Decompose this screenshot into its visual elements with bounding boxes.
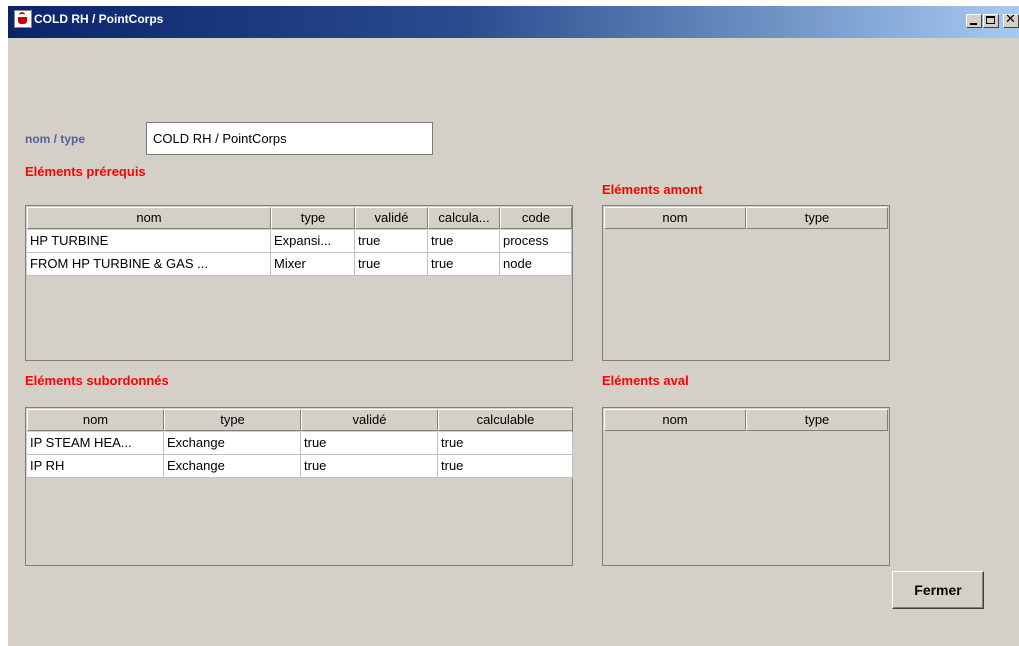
dialog-window: COLD RH / PointCorps ✕ nom / type COLD R… [8, 6, 1019, 646]
table-cell: Mixer [271, 253, 355, 276]
column-header[interactable]: nom [27, 409, 164, 431]
table-cell: node [500, 253, 572, 276]
table-cell: Exchange [164, 432, 301, 455]
window-title: COLD RH / PointCorps [34, 12, 164, 26]
table-cell: FROM HP TURBINE & GAS ... [27, 253, 271, 276]
close-icon: ✕ [1005, 12, 1016, 27]
table-header: nom type validé calculable [27, 409, 573, 431]
table-cell: true [428, 253, 500, 276]
table-cell: Exchange [164, 455, 301, 478]
java-cup-icon [14, 10, 32, 28]
maximize-icon [986, 16, 995, 24]
table-header: nom type [604, 207, 888, 229]
subordonnes-table[interactable]: nom type validé calculable IP STEAM HEA.… [25, 407, 573, 566]
table-cell: IP RH [27, 455, 164, 478]
fermer-button[interactable]: Fermer [892, 571, 984, 609]
table-header: nom type validé calcula... code [27, 207, 572, 229]
nom-type-field[interactable]: COLD RH / PointCorps [146, 122, 433, 155]
column-header[interactable]: type [746, 409, 888, 431]
minimize-button[interactable] [966, 14, 982, 28]
column-header[interactable]: validé [355, 207, 428, 229]
maximize-button[interactable] [983, 14, 999, 28]
column-header[interactable]: type [746, 207, 888, 229]
table-row[interactable]: IP STEAM HEA... Exchange true true [27, 432, 573, 455]
column-header[interactable]: calcula... [428, 207, 500, 229]
column-header[interactable]: nom [604, 207, 746, 229]
table-cell: Expansi... [271, 230, 355, 253]
column-header[interactable]: type [271, 207, 355, 229]
column-header[interactable]: nom [27, 207, 271, 229]
table-row[interactable]: HP TURBINE Expansi... true true process [27, 230, 572, 253]
table-cell: true [438, 455, 573, 478]
column-header[interactable]: validé [301, 409, 438, 431]
table-cell: true [438, 432, 573, 455]
table-cell: true [428, 230, 500, 253]
amont-table[interactable]: nom type [602, 205, 890, 361]
column-header[interactable]: type [164, 409, 301, 431]
nom-type-label: nom / type [25, 132, 86, 146]
table-row[interactable]: FROM HP TURBINE & GAS ... Mixer true tru… [27, 253, 572, 276]
table-cell: IP STEAM HEA... [27, 432, 164, 455]
close-button[interactable]: ✕ [1003, 12, 1019, 28]
table-row[interactable]: IP RH Exchange true true [27, 455, 573, 478]
table-header: nom type [604, 409, 888, 431]
column-header[interactable]: calculable [438, 409, 573, 431]
table-cell: true [301, 455, 438, 478]
subordonnes-title: Eléments subordonnés [25, 373, 169, 388]
amont-title: Eléments amont [602, 182, 703, 197]
prerequis-table[interactable]: nom type validé calcula... code HP TURBI… [25, 205, 573, 361]
column-header[interactable]: code [500, 207, 572, 229]
title-bar[interactable]: COLD RH / PointCorps ✕ [8, 6, 1019, 38]
table-cell: true [355, 230, 428, 253]
aval-table[interactable]: nom type [602, 407, 890, 566]
column-header[interactable]: nom [604, 409, 746, 431]
table-cell: true [301, 432, 438, 455]
minimize-icon [970, 23, 977, 25]
table-cell: process [500, 230, 572, 253]
aval-title: Eléments aval [602, 373, 689, 388]
table-cell: true [355, 253, 428, 276]
table-cell: HP TURBINE [27, 230, 271, 253]
prerequis-title: Eléments prérequis [25, 164, 146, 179]
